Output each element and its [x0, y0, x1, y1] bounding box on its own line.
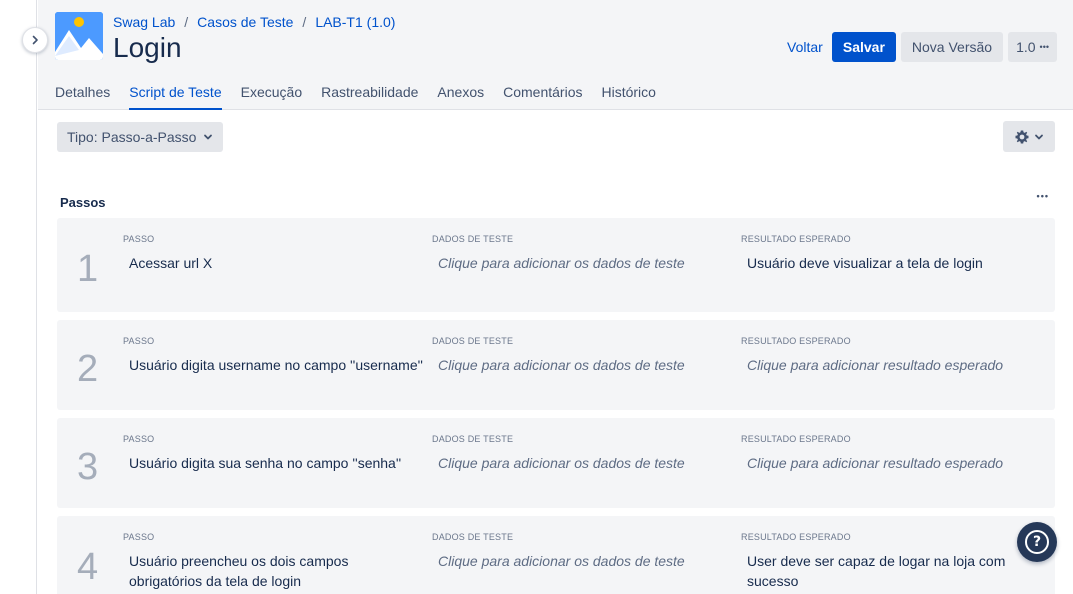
type-select-value: Tipo: Passo-a-Passo — [67, 129, 197, 145]
test-data-label: DADOS DE TESTE — [432, 434, 514, 444]
expected-result-placeholder[interactable]: Clique para adicionar resultado esperado — [741, 355, 1041, 375]
expand-sidebar-button[interactable] — [22, 27, 48, 53]
expected-result-text[interactable]: User deve ser capaz de logar na loja com… — [741, 551, 1011, 591]
tab-execucao[interactable]: Execução — [241, 84, 302, 110]
expected-label: RESULTADO ESPERADO — [741, 234, 851, 244]
test-data-label: DADOS DE TESTE — [432, 532, 514, 542]
breadcrumb-item[interactable]: LAB-T1 (1.0) — [315, 14, 395, 30]
step-test-data-column: DADOS DE TESTE Clique para adicionar os … — [432, 434, 732, 473]
test-data-placeholder[interactable]: Clique para adicionar os dados de teste — [432, 551, 732, 571]
step-card[interactable]: 1 PASSO Acessar url X DADOS DE TESTE Cli… — [57, 218, 1055, 312]
expected-result-text[interactable]: Usuário deve visualizar a tela de login — [741, 253, 1041, 273]
expected-label: RESULTADO ESPERADO — [741, 336, 851, 346]
tab-bar: Detalhes Script de Teste Execução Rastre… — [55, 84, 656, 110]
tab-script-de-teste[interactable]: Script de Teste — [129, 84, 222, 110]
save-button[interactable]: Salvar — [831, 32, 896, 62]
step-label: PASSO — [123, 532, 155, 542]
tab-anexos[interactable]: Anexos — [437, 84, 484, 110]
chevron-down-icon — [1035, 134, 1043, 139]
tab-detalhes[interactable]: Detalhes — [55, 84, 110, 110]
chevron-right-icon — [32, 35, 38, 45]
step-test-data-column: DADOS DE TESTE Clique para adicionar os … — [432, 532, 732, 571]
left-sidebar-collapsed — [0, 0, 37, 594]
step-number: 3 — [77, 446, 99, 488]
steps-section-title: Passos — [60, 195, 106, 210]
step-label: PASSO — [123, 336, 155, 346]
step-expected-column: RESULTADO ESPERADO Clique para adicionar… — [741, 434, 1041, 473]
step-action-text[interactable]: Usuário digita username no campo ''usern… — [123, 355, 423, 375]
breadcrumb-project[interactable]: Swag Lab — [113, 14, 175, 30]
tab-historico[interactable]: Histórico — [601, 84, 655, 110]
tab-rastreabilidade[interactable]: Rastreabilidade — [321, 84, 418, 110]
breadcrumb-separator: / — [184, 14, 189, 30]
step-card[interactable]: 3 PASSO Usuário digita sua senha no camp… — [57, 418, 1055, 508]
breadcrumb-separator: / — [302, 14, 307, 30]
chevron-down-icon — [204, 134, 213, 140]
expected-label: RESULTADO ESPERADO — [741, 532, 851, 542]
page-header: Swag Lab / Casos de Teste / LAB-T1 (1.0)… — [38, 0, 1073, 110]
test-data-placeholder[interactable]: Clique para adicionar os dados de teste — [432, 453, 732, 473]
expected-label: RESULTADO ESPERADO — [741, 434, 851, 444]
test-data-placeholder[interactable]: Clique para adicionar os dados de teste — [432, 355, 732, 375]
step-expected-column: RESULTADO ESPERADO User deve ser capaz d… — [741, 532, 1011, 591]
new-version-button[interactable]: Nova Versão — [900, 32, 1004, 62]
step-action-column: PASSO Usuário preencheu os dois campos o… — [123, 532, 423, 591]
test-data-placeholder[interactable]: Clique para adicionar os dados de teste — [432, 253, 732, 273]
expected-result-placeholder[interactable]: Clique para adicionar resultado esperado — [741, 453, 1041, 473]
app-root: Swag Lab / Casos de Teste / LAB-T1 (1.0)… — [0, 0, 1073, 594]
step-action-text[interactable]: Usuário digita sua senha no campo ''senh… — [123, 453, 423, 473]
tab-comentarios[interactable]: Comentários — [503, 84, 582, 110]
more-icon: ••• — [1039, 42, 1049, 52]
type-select[interactable]: Tipo: Passo-a-Passo — [57, 122, 224, 152]
back-button[interactable]: Voltar — [783, 32, 827, 62]
step-expected-column: RESULTADO ESPERADO Clique para adicionar… — [741, 336, 1041, 375]
step-label: PASSO — [123, 234, 155, 244]
step-action-column: PASSO Acessar url X — [123, 234, 423, 273]
test-data-label: DADOS DE TESTE — [432, 336, 514, 346]
version-label: 1.0 — [1016, 39, 1036, 55]
step-expected-column: RESULTADO ESPERADO Usuário deve visualiz… — [741, 234, 1041, 273]
step-number: 4 — [77, 546, 99, 588]
test-data-label: DADOS DE TESTE — [432, 234, 514, 244]
step-action-column: PASSO Usuário digita sua senha no campo … — [123, 434, 423, 473]
breadcrumb-section[interactable]: Casos de Teste — [197, 14, 293, 30]
step-card[interactable]: 4 PASSO Usuário preencheu os dois campos… — [57, 516, 1055, 594]
project-mountain-icon — [55, 12, 103, 60]
step-action-text[interactable]: Usuário preencheu os dois campos obrigat… — [123, 551, 423, 591]
steps-more-button[interactable]: ••• — [1037, 191, 1049, 201]
step-test-data-column: DADOS DE TESTE Clique para adicionar os … — [432, 234, 732, 273]
step-action-column: PASSO Usuário digita username no campo '… — [123, 336, 423, 375]
page-title: Login — [113, 32, 182, 63]
version-dropdown[interactable]: 1.0 ••• — [1008, 32, 1057, 62]
settings-button[interactable] — [1003, 121, 1055, 152]
header-actions: Voltar Salvar Nova Versão 1.0 ••• — [783, 32, 1057, 62]
step-action-text[interactable]: Acessar url X — [123, 253, 423, 273]
help-button[interactable]: ? — [1017, 522, 1057, 562]
step-label: PASSO — [123, 434, 155, 444]
step-card[interactable]: 2 PASSO Usuário digita username no campo… — [57, 320, 1055, 410]
step-number: 1 — [77, 248, 99, 290]
question-icon: ? — [1025, 530, 1049, 554]
gear-icon — [1015, 130, 1029, 143]
step-number: 2 — [77, 348, 99, 390]
step-test-data-column: DADOS DE TESTE Clique para adicionar os … — [432, 336, 732, 375]
breadcrumb: Swag Lab / Casos de Teste / LAB-T1 (1.0) — [113, 14, 395, 30]
project-avatar[interactable] — [55, 12, 103, 60]
